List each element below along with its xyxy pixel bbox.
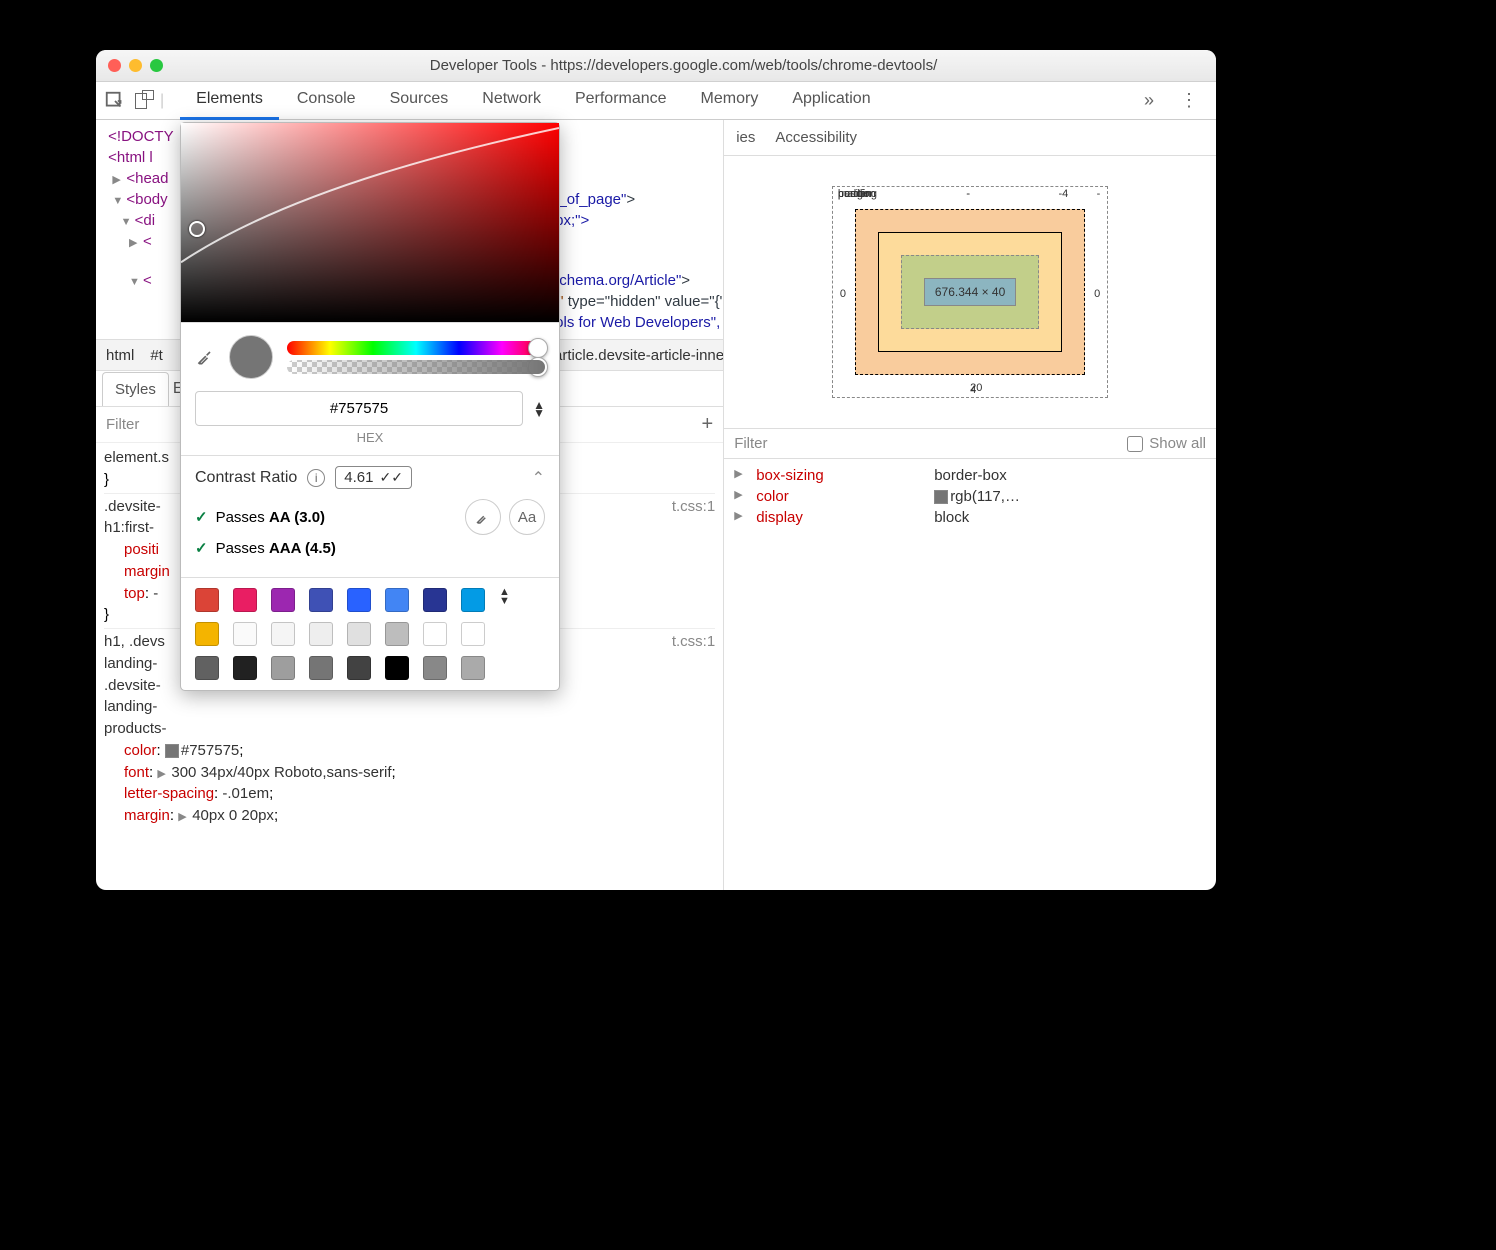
color-swatch[interactable]: [165, 744, 179, 758]
left-pane: <!DOCTY <html l ▶<head ▼<body id="top_of…: [96, 120, 723, 890]
collapse-icon: ▼: [112, 194, 126, 209]
palette-swatch[interactable]: [385, 588, 409, 612]
slider-thumb-icon[interactable]: [528, 338, 548, 358]
hex-input[interactable]: [195, 391, 523, 426]
palette-swatch[interactable]: [385, 656, 409, 680]
inspect-icon[interactable]: [104, 90, 126, 112]
main-toolbar: | Elements Console Sources Network Perfo…: [96, 82, 1216, 120]
palette-spinner-icon[interactable]: ▲▼: [499, 588, 545, 612]
computed-filter[interactable]: Filter: [734, 435, 767, 452]
tab-styles[interactable]: Styles: [102, 372, 169, 406]
contrast-section: Contrast Ratio i 4.61✓✓ ⌃ ✓ Passes AA (3…: [181, 455, 559, 577]
kebab-menu-icon[interactable]: ⋮: [1170, 90, 1208, 111]
expand-icon: ▶: [112, 173, 126, 188]
palette-swatch[interactable]: [385, 622, 409, 646]
tab-sources[interactable]: Sources: [374, 81, 465, 120]
palette-swatch[interactable]: [347, 588, 371, 612]
alpha-slider[interactable]: [287, 360, 545, 374]
palette-swatch[interactable]: [461, 622, 485, 646]
aa-toggle[interactable]: Aa: [509, 499, 545, 535]
palette-swatch[interactable]: [309, 622, 333, 646]
panel-tabs: Elements Console Sources Network Perform…: [180, 81, 886, 120]
computed-row[interactable]: ▶box-sizingborder-box: [734, 465, 1206, 486]
chevron-up-icon[interactable]: ⌃: [532, 468, 545, 488]
showall-checkbox[interactable]: [1127, 436, 1143, 452]
right-pane: ies Accessibility position -4 margin - b…: [723, 120, 1216, 890]
current-color-swatch: [229, 335, 273, 379]
eyedropper-icon[interactable]: [195, 347, 215, 367]
palette-swatch[interactable]: [271, 588, 295, 612]
palette-swatch[interactable]: [461, 588, 485, 612]
tab-network[interactable]: Network: [466, 81, 557, 120]
palette-swatch[interactable]: [461, 656, 485, 680]
add-rule-icon[interactable]: +: [702, 413, 714, 436]
bg-eyedropper-icon[interactable]: [465, 499, 501, 535]
window-title: Developer Tools - https://developers.goo…: [163, 57, 1204, 74]
contrast-ratio: 4.61✓✓: [335, 466, 412, 489]
palette-swatch[interactable]: [347, 622, 371, 646]
checkmark-icon: ✓✓: [379, 469, 402, 486]
titlebar: Developer Tools - https://developers.goo…: [96, 50, 1216, 82]
tab-performance[interactable]: Performance: [559, 81, 683, 120]
box-content: 676.344 × 40: [924, 278, 1016, 306]
box-model[interactable]: position -4 margin - border - padding - …: [724, 156, 1216, 428]
check-icon: ✓: [195, 508, 208, 526]
palette-swatch[interactable]: [195, 588, 219, 612]
check-icon: ✓: [195, 539, 208, 557]
color-gradient[interactable]: [181, 123, 559, 323]
close-icon[interactable]: [108, 59, 121, 72]
palette-swatch[interactable]: [233, 588, 257, 612]
info-icon[interactable]: i: [307, 469, 325, 487]
palette-swatch[interactable]: [195, 622, 219, 646]
hue-slider[interactable]: [287, 341, 545, 355]
palette-swatch[interactable]: [423, 622, 447, 646]
tab-accessibility[interactable]: Accessibility: [775, 129, 857, 146]
palette-swatch[interactable]: [309, 588, 333, 612]
filter-input[interactable]: Filter: [106, 416, 139, 433]
color-picker: ▲▼ HEX Contrast Ratio i 4.61✓✓ ⌃ ✓ Passe…: [180, 122, 560, 691]
tab-application[interactable]: Application: [776, 81, 886, 120]
palette-swatch[interactable]: [309, 656, 333, 680]
palette-swatch[interactable]: [233, 656, 257, 680]
computed-row[interactable]: ▶colorrgb(117,…: [734, 486, 1206, 507]
computed-pane: Filter Show all ▶box-sizingborder-box▶co…: [724, 428, 1216, 534]
minimize-icon[interactable]: [129, 59, 142, 72]
color-palette: ▲▼: [181, 577, 559, 690]
palette-swatch[interactable]: [347, 656, 371, 680]
tab-memory[interactable]: Memory: [685, 81, 775, 120]
tabs-overflow-icon[interactable]: »: [1134, 90, 1164, 111]
devtools-window: Developer Tools - https://developers.goo…: [96, 50, 1216, 890]
computed-row[interactable]: ▶displayblock: [734, 507, 1206, 528]
palette-swatch[interactable]: [271, 656, 295, 680]
palette-swatch[interactable]: [195, 656, 219, 680]
hex-label: HEX: [181, 430, 559, 455]
crumb-html[interactable]: html: [106, 347, 134, 364]
format-spinner-icon[interactable]: ▲▼: [533, 401, 545, 417]
tab-console[interactable]: Console: [281, 81, 372, 120]
device-toggle-icon[interactable]: [132, 90, 154, 112]
palette-swatch[interactable]: [271, 622, 295, 646]
gradient-handle-icon[interactable]: [189, 221, 205, 237]
zoom-icon[interactable]: [150, 59, 163, 72]
palette-swatch[interactable]: [423, 656, 447, 680]
palette-swatch[interactable]: [233, 622, 257, 646]
slider-thumb-icon[interactable]: [528, 357, 548, 377]
tab-elements[interactable]: Elements: [180, 81, 279, 120]
sidebar-tabs: ies Accessibility: [724, 120, 1216, 156]
palette-swatch[interactable]: [423, 588, 447, 612]
traffic-lights: [108, 59, 163, 72]
